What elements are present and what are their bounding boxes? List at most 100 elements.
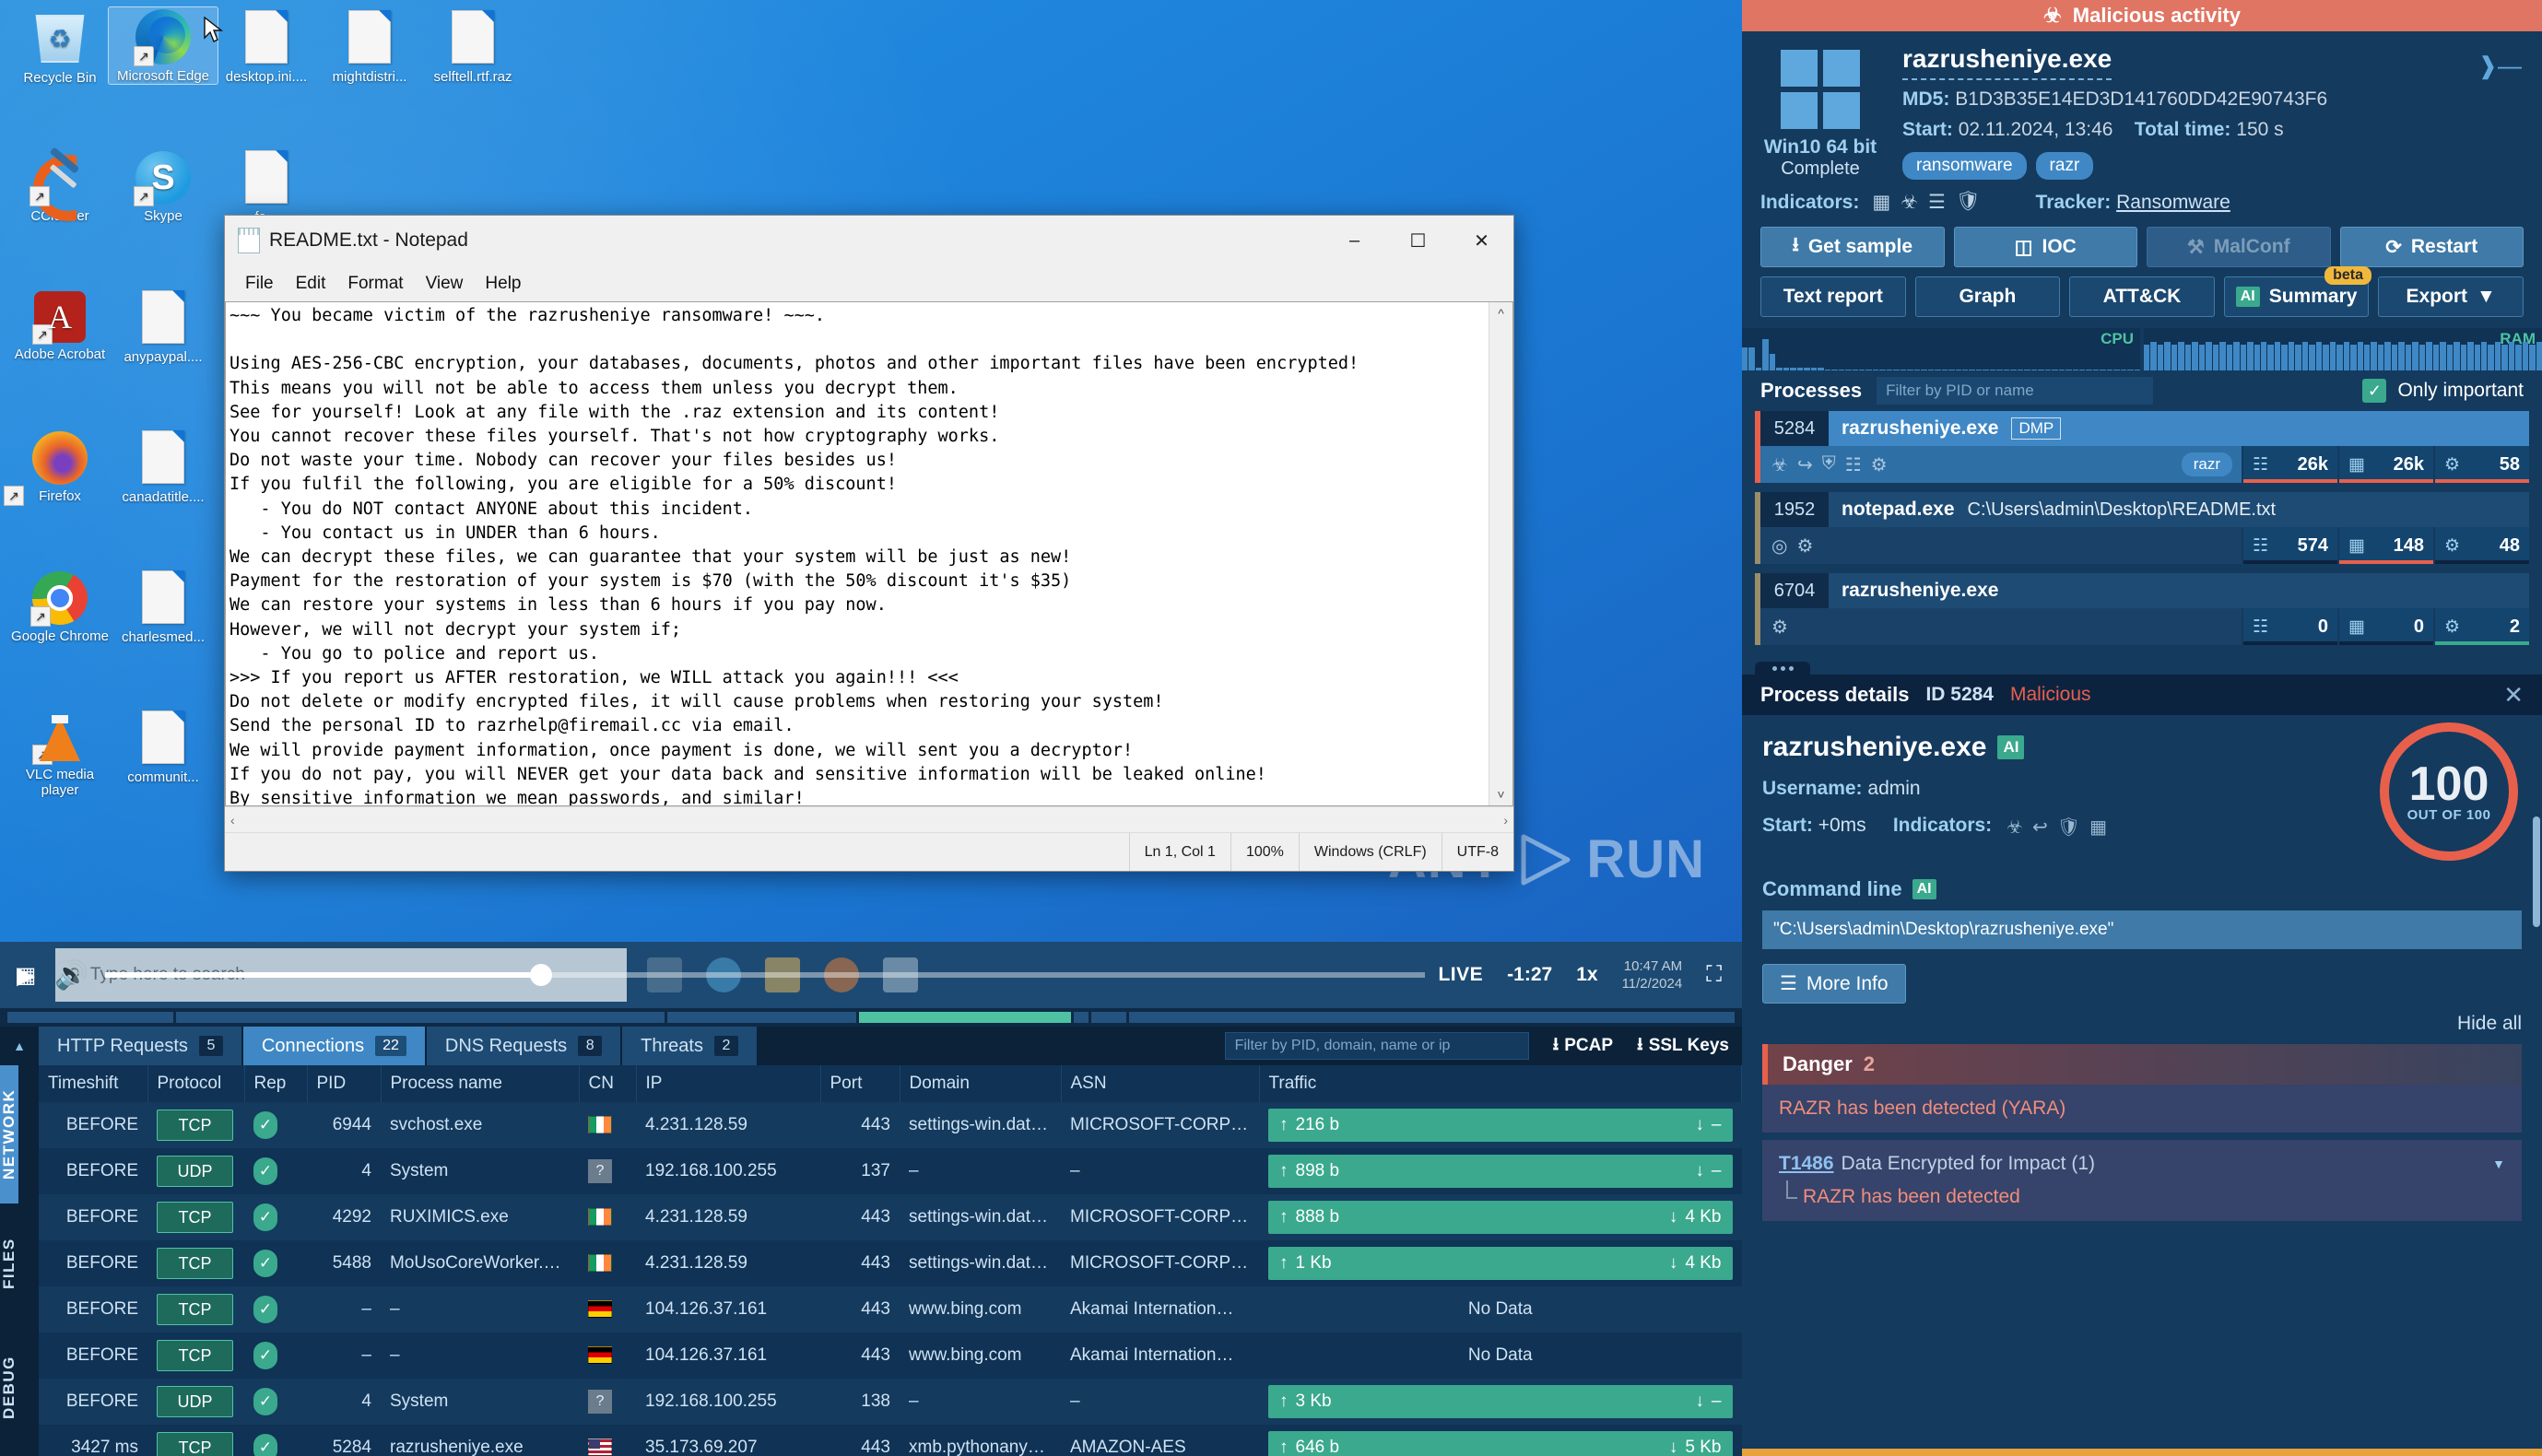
timeline-segment[interactable] bbox=[7, 1012, 173, 1023]
desktop-icon-fa[interactable]: fa... bbox=[212, 147, 321, 225]
network-icon[interactable]: ↩ bbox=[2032, 816, 2048, 839]
tracker-link[interactable]: Ransomware bbox=[2116, 192, 2230, 213]
process-icon[interactable]: ⚙ bbox=[1871, 453, 1888, 476]
process-row-bottom[interactable]: ☣↪⛨☷⚙ razr ☷ 26k ▦ 26k ⚙ 58 bbox=[1760, 446, 2529, 483]
tab-dns-requests[interactable]: DNS Requests 8 bbox=[427, 1027, 622, 1065]
desktop-icon-communit[interactable]: communit... bbox=[109, 708, 218, 785]
process-indicator-icons[interactable]: ⚙ bbox=[1760, 616, 1788, 639]
details-scrollbar[interactable] bbox=[2533, 816, 2540, 927]
minimize-button[interactable]: – bbox=[1323, 216, 1386, 265]
progress-handle[interactable] bbox=[530, 964, 552, 986]
col-process-name[interactable]: Process name bbox=[381, 1065, 579, 1102]
shield-icon[interactable]: 🛡 bbox=[1956, 191, 1981, 214]
process-icon[interactable]: ⚙ bbox=[1796, 534, 1813, 558]
process-row-bottom[interactable]: ◎⚙ ☷ 574 ▦ 148 ⚙ 48 bbox=[1760, 527, 2529, 564]
desktop-icon-charlesmed[interactable]: charlesmed... bbox=[109, 568, 218, 645]
playback-progress-slider[interactable] bbox=[105, 972, 1425, 978]
table-row[interactable]: BEFORE UDP ✓ 4 System ? 192.168.100.255 … bbox=[39, 1148, 1742, 1194]
process-row-top[interactable]: 6704 razrusheniye.exe bbox=[1760, 573, 2529, 608]
maximize-button[interactable]: ☐ bbox=[1386, 216, 1450, 265]
col-domain[interactable]: Domain bbox=[900, 1065, 1061, 1102]
notepad-text-content[interactable]: ~~~ You became victim of the razrusheniy… bbox=[226, 302, 1489, 805]
desktop-icon-desktop-ini[interactable]: desktop.ini.... bbox=[212, 7, 321, 85]
download-pcap-button[interactable]: ⭳ PCAP bbox=[1553, 1031, 1613, 1061]
text-report-button[interactable]: Text report bbox=[1760, 276, 1906, 317]
process-stat[interactable]: ⚙ 48 bbox=[2433, 527, 2529, 564]
tab-http-requests[interactable]: HTTP Requests 5 bbox=[39, 1027, 243, 1065]
col-ip[interactable]: IP bbox=[636, 1065, 820, 1102]
scroll-right-icon[interactable]: › bbox=[1503, 813, 1508, 828]
process-stat[interactable]: ☷ 574 bbox=[2242, 527, 2337, 564]
notepad-menubar[interactable]: File Edit Format View Help bbox=[225, 266, 1513, 301]
sidebar-item-files[interactable]: FILES bbox=[0, 1204, 18, 1323]
process-row[interactable]: 1952 notepad.exe C:\Users\admin\Desktop\… bbox=[1755, 492, 2529, 564]
tag-razr[interactable]: razr bbox=[2036, 152, 2094, 180]
shield-icon[interactable]: ⛨ bbox=[1822, 453, 1836, 476]
playback-speed-button[interactable]: 1x bbox=[1576, 964, 1597, 986]
sample-filename-link[interactable]: razrusheniye.exe bbox=[1902, 44, 2112, 80]
checkbox-checked-icon[interactable]: ✓ bbox=[2362, 379, 2386, 403]
desktop-icon-anypaypal[interactable]: anypaypal.... bbox=[109, 288, 218, 365]
menu-item-view[interactable]: View bbox=[415, 271, 475, 297]
script-icon[interactable]: ☰ bbox=[1928, 191, 1946, 214]
desktop-icon-vlc-media-player[interactable]: ↗ VLC media player bbox=[6, 708, 114, 798]
vm-screen[interactable]: Recycle Bin ↗ Microsoft Edge desktop.ini… bbox=[0, 0, 1742, 1456]
process-stat[interactable]: ☷ 0 bbox=[2242, 608, 2337, 645]
close-button[interactable]: ✕ bbox=[1450, 216, 1513, 265]
play-button[interactable]: ▶ bbox=[0, 942, 52, 1008]
process-row[interactable]: 5284 razrusheniye.exe DMP ☣↪⛨☷⚙ razr ☷ 2… bbox=[1755, 411, 2529, 483]
process-stat[interactable]: ▦ 148 bbox=[2337, 527, 2433, 564]
process-indicator-icons[interactable]: ◎⚙ bbox=[1760, 534, 1813, 558]
restart-button[interactable]: ⟳ Restart bbox=[2340, 227, 2524, 267]
technique-id-link[interactable]: T1486 bbox=[1779, 1153, 1834, 1175]
fullscreen-icon[interactable]: ⛶ bbox=[1706, 962, 1722, 988]
cpu-graph[interactable]: CPU bbox=[1742, 328, 2140, 370]
table-row[interactable]: BEFORE UDP ✓ 4 System ? 192.168.100.255 … bbox=[39, 1379, 1742, 1425]
collapse-panel-button[interactable]: ▲ bbox=[0, 1027, 39, 1065]
network-icon[interactable]: ↪ bbox=[1797, 453, 1813, 476]
col-protocol[interactable]: Protocol bbox=[147, 1065, 244, 1102]
ai-badge[interactable]: AI bbox=[1912, 879, 1936, 899]
download-ssl-keys-button[interactable]: ⭳ SSL Keys bbox=[1637, 1031, 1729, 1061]
notepad-vertical-scrollbar[interactable]: ^ ˅ bbox=[1489, 302, 1512, 805]
process-stat[interactable]: ☷ 26k bbox=[2242, 446, 2337, 483]
scroll-down-icon[interactable]: ˅ bbox=[1497, 787, 1504, 802]
signature-icon[interactable]: ◎ bbox=[1771, 534, 1787, 558]
chevron-down-icon[interactable]: ▼ bbox=[2492, 1157, 2505, 1171]
get-sample-button[interactable]: ⭳ Get sample bbox=[1760, 227, 1945, 267]
attack-technique-block[interactable]: T1486 Data Encrypted for Impact (1) ▼ RA… bbox=[1762, 1140, 2522, 1221]
menu-item-help[interactable]: Help bbox=[474, 271, 532, 297]
menu-item-format[interactable]: Format bbox=[336, 271, 414, 297]
col-port[interactable]: Port bbox=[820, 1065, 900, 1102]
tab-connections[interactable]: Connections 22 bbox=[243, 1027, 427, 1065]
network-side-rail[interactable]: ▲ NETWORK FILES DEBUG bbox=[0, 1027, 39, 1456]
process-details-body[interactable]: 100 OUT OF 100 razrusheniye.exe AI Usern… bbox=[1742, 715, 2542, 1456]
col-cn[interactable]: CN bbox=[579, 1065, 636, 1102]
process-stat[interactable]: ▦ 26k bbox=[2337, 446, 2433, 483]
process-tag[interactable]: razr bbox=[2182, 452, 2232, 476]
shield-icon[interactable]: 🛡 bbox=[2057, 816, 2080, 839]
col-timeshift[interactable]: Timeshift bbox=[39, 1065, 147, 1102]
binary-icon[interactable]: ☷ bbox=[1845, 453, 1862, 476]
network-panel[interactable]: ▲ NETWORK FILES DEBUG HTTP Requests 5 Co… bbox=[0, 1027, 1742, 1456]
windows-desktop[interactable]: Recycle Bin ↗ Microsoft Edge desktop.ini… bbox=[0, 0, 1742, 942]
process-stat[interactable]: ▦ 0 bbox=[2337, 608, 2433, 645]
graph-button[interactable]: Graph bbox=[1915, 276, 2061, 317]
timeline-segment[interactable] bbox=[1129, 1012, 1735, 1023]
process-row-bottom[interactable]: ⚙ ☷ 0 ▦ 0 ⚙ 2 bbox=[1760, 608, 2529, 645]
danger-item[interactable]: RAZR has been detected (YARA) bbox=[1762, 1085, 2522, 1133]
notepad-titlebar[interactable]: README.txt - Notepad – ☐ ✕ bbox=[225, 216, 1513, 266]
ram-graph[interactable]: RAM bbox=[2144, 328, 2542, 370]
only-important-toggle[interactable]: ✓ Only important bbox=[2362, 379, 2524, 403]
process-row-top[interactable]: 1952 notepad.exe C:\Users\admin\Desktop\… bbox=[1760, 492, 2529, 527]
command-line-value[interactable]: "C:\Users\admin\Desktop\razrusheniye.exe… bbox=[1762, 910, 2522, 949]
scroll-left-icon[interactable]: ‹ bbox=[230, 813, 235, 828]
sidebar-item-network[interactable]: NETWORK bbox=[0, 1065, 18, 1204]
close-icon[interactable]: ✕ bbox=[2503, 681, 2524, 710]
table-row[interactable]: BEFORE TCP ✓ 6944 svchost.exe 4.231.128.… bbox=[39, 1102, 1742, 1148]
notepad-editor[interactable]: ~~~ You became victim of the razrusheniy… bbox=[225, 301, 1513, 806]
more-info-button[interactable]: ☰ More Info bbox=[1762, 964, 1906, 1004]
timeline-segment[interactable] bbox=[1091, 1012, 1126, 1023]
attack-button[interactable]: ATT&CK bbox=[2069, 276, 2215, 317]
desktop-icon-adobe-acrobat[interactable]: ↗ Adobe Acrobat bbox=[6, 288, 114, 362]
